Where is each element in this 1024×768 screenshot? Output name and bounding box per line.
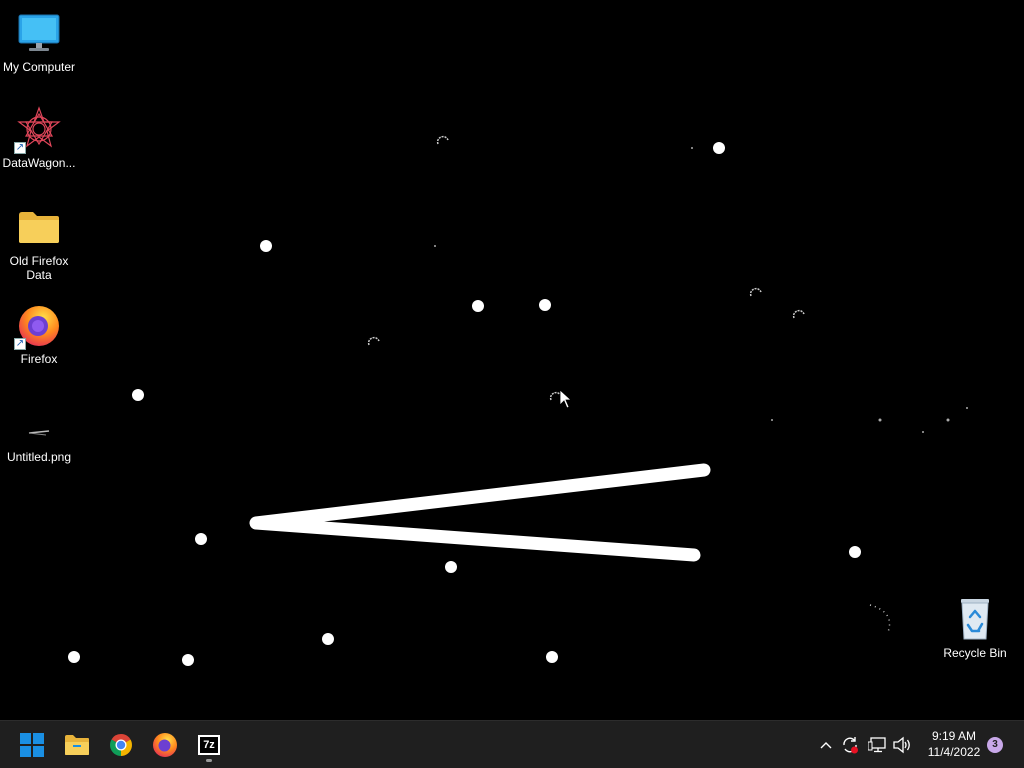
paint-dot xyxy=(849,546,861,558)
desktop-icon-my-computer[interactable]: My Computer xyxy=(0,10,78,74)
mouse-cursor-icon xyxy=(559,389,573,409)
brush-stroke xyxy=(249,463,711,562)
paint-dot xyxy=(445,561,457,573)
paint-dot xyxy=(322,633,334,645)
tray-sync-button[interactable] xyxy=(840,733,860,757)
monitor-icon xyxy=(16,10,62,56)
network-icon xyxy=(868,737,886,753)
windows-start-icon xyxy=(20,733,44,757)
paint-dot xyxy=(546,651,558,663)
desktop-icon-label: Recycle Bin xyxy=(943,646,1007,660)
drawing-canvas xyxy=(68,135,968,666)
volume-icon xyxy=(893,736,910,754)
7zip-icon: 7z xyxy=(198,735,220,755)
paint-dot xyxy=(195,533,207,545)
partial-circle-mark xyxy=(436,135,449,145)
partial-circle-mark xyxy=(549,391,562,401)
desktop[interactable]: My Computer ↗ DataWagon... Old Firefox D… xyxy=(0,0,1024,720)
clock-time: 9:19 AM xyxy=(931,729,977,743)
partial-circle-mark xyxy=(367,336,380,346)
tray-volume-button[interactable] xyxy=(892,733,912,757)
partial-circle-mark xyxy=(792,309,805,319)
desktop-icon-label: DataWagon... xyxy=(2,156,76,170)
desktop-icon-old-firefox-data[interactable]: Old Firefox Data xyxy=(0,204,78,282)
taskbar-7zip-button[interactable]: 7z xyxy=(191,727,227,763)
paint-dot xyxy=(539,299,551,311)
paint-dot xyxy=(472,300,484,312)
desktop-icon-recycle-bin[interactable]: Recycle Bin xyxy=(936,596,1014,660)
taskbar-chrome-button[interactable] xyxy=(103,727,139,763)
notification-badge[interactable]: 3 xyxy=(987,737,1003,753)
desktop-icon-label: Old Firefox Data xyxy=(9,254,69,282)
file-explorer-icon xyxy=(65,735,89,755)
desktop-icon-datawagon[interactable]: ↗ DataWagon... xyxy=(0,106,78,170)
paint-dot xyxy=(182,654,194,666)
taskbar-clock[interactable]: 9:19 AM 11/4/2022 xyxy=(918,728,990,760)
taskbar-file-explorer-button[interactable] xyxy=(59,727,95,763)
tray-network-button[interactable] xyxy=(868,733,888,757)
image-file-icon xyxy=(16,400,62,446)
paint-dot xyxy=(68,651,80,663)
firefox-icon: ↗ xyxy=(14,302,62,350)
shortcut-arrow-icon: ↗ xyxy=(14,142,26,154)
paint-dot xyxy=(713,142,725,154)
desktop-icon-firefox[interactable]: ↗ Firefox xyxy=(0,302,78,366)
desktop-icon-label: Firefox xyxy=(20,352,58,366)
recycle-bin-icon xyxy=(952,596,998,642)
shortcut-arrow-icon: ↗ xyxy=(14,338,26,350)
firefox-icon xyxy=(153,733,177,757)
taskbar: 7z 9:19 AM 11/4/2022 3 xyxy=(0,720,1024,768)
desktop-icon-untitled-png[interactable]: Untitled.png xyxy=(0,400,78,464)
paint-dot xyxy=(132,389,144,401)
chrome-icon xyxy=(110,734,132,756)
folder-icon xyxy=(16,204,62,250)
show-hidden-icons-button[interactable] xyxy=(816,733,836,757)
partial-circle-mark xyxy=(869,604,891,633)
paint-dot xyxy=(260,240,272,252)
clock-date: 11/4/2022 xyxy=(927,745,981,759)
desktop-icon-label: Untitled.png xyxy=(6,450,72,464)
taskbar-firefox-button[interactable] xyxy=(147,727,183,763)
desktop-icon-label: My Computer xyxy=(2,60,76,74)
partial-circle-mark xyxy=(749,287,762,297)
chevron-up-icon xyxy=(820,742,832,749)
datawagon-icon: ↗ xyxy=(14,106,62,154)
start-button[interactable] xyxy=(14,727,50,763)
sync-icon xyxy=(843,737,858,754)
